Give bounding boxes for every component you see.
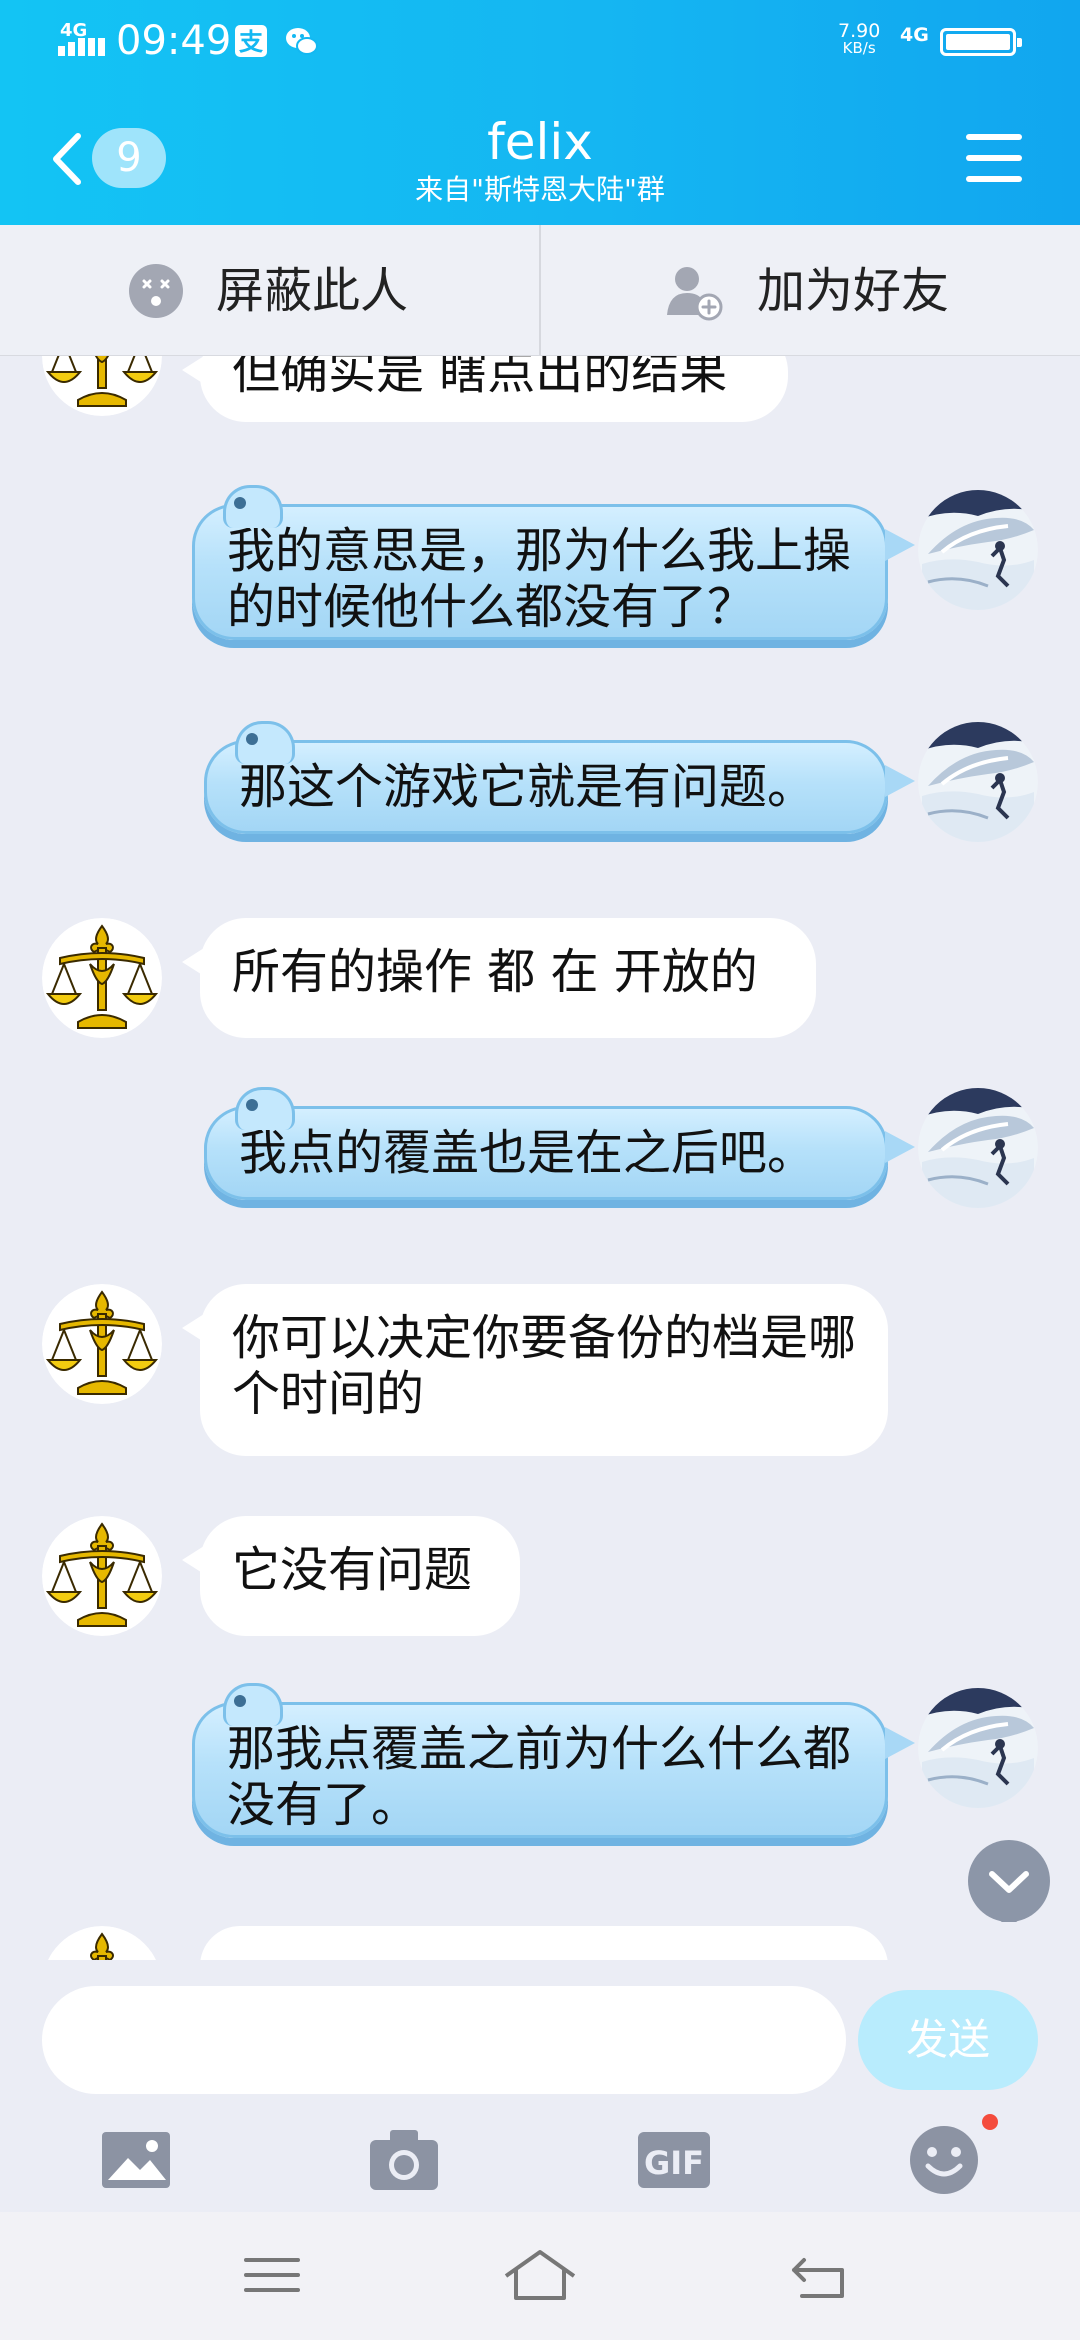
my-avatar[interactable] (918, 1088, 1038, 1208)
bubble-tail (885, 1131, 915, 1163)
my-message-bubble[interactable]: 我点的覆盖也是在之后吧。 (204, 1087, 915, 1200)
block-face-icon (129, 264, 183, 318)
battery-icon (940, 28, 1022, 56)
message-bubble[interactable]: 你可以决定你要备份的档是哪个时间的 (182, 1284, 888, 1456)
alipay-icon: 支 (235, 25, 267, 57)
bubble-tail (885, 529, 915, 561)
notification-dot (982, 2114, 998, 2130)
block-user-label: 屏蔽此人 (216, 263, 409, 319)
message-text: 我的意思是，那为什么我上操的时候他什么都没有了？ (227, 523, 852, 635)
bubble-tail (885, 765, 915, 797)
sender-avatar[interactable] (42, 918, 162, 1038)
mobile-data-label: 4G (900, 24, 929, 46)
sender-avatar[interactable] (42, 1516, 162, 1636)
my-message-bubble[interactable]: 我的意思是，那为什么我上操的时候他什么都没有了？ (192, 485, 915, 640)
wechat-icon (286, 28, 318, 55)
bubble-decoration (223, 1683, 283, 1726)
add-friend-label: 加为好友 (757, 263, 950, 319)
speed-unit: KB/s (842, 39, 876, 57)
message-bubble[interactable]: 但确实是 瞎点出的结果 (182, 356, 788, 422)
message-item: 它没有问题 (0, 1516, 1080, 1646)
message-bubble[interactable]: 它没有问题 (182, 1516, 520, 1636)
message-item: 那我点覆盖之前为什么什么都没有了。 (0, 1683, 1080, 1862)
message-item: 但确实是 瞎点出的结果 (0, 356, 1080, 436)
bubble-decoration (223, 485, 283, 528)
message-item: 所有的操作 都 在 开放的 (0, 918, 1080, 1048)
bubble-decoration (235, 1087, 295, 1130)
send-button[interactable]: 发送 (858, 1990, 1038, 2090)
message-item: 你可以决定你要备份的档是哪个时间的 (0, 1284, 1080, 1464)
my-avatar[interactable] (918, 1688, 1038, 1808)
home-nav-icon[interactable] (500, 2240, 580, 2310)
chevron-down-icon (989, 1871, 1029, 1930)
message-item: 我的意思是，那为什么我上操的时候他什么都没有了？ (0, 485, 1080, 644)
my-message-bubble[interactable]: 那这个游戏它就是有问题。 (204, 721, 915, 834)
message-item: 我点的覆盖也是在之后吧。 (0, 1087, 1080, 1222)
status-bar: 4G 09:49 支 7.90 KB/s 4G (0, 0, 1080, 90)
message-item: 那这个游戏它就是有问题。 (0, 721, 1080, 856)
camera-icon[interactable] (364, 2120, 444, 2200)
message-text: 那这个游戏它就是有问题。 (239, 759, 816, 815)
sender-avatar[interactable] (42, 1926, 162, 1960)
menu-nav-icon[interactable] (232, 2240, 312, 2310)
sender-avatar[interactable] (42, 1284, 162, 1404)
menu-button[interactable] (966, 134, 1022, 182)
bubble-tail (885, 1727, 915, 1759)
system-nav-bar (0, 2212, 1080, 2340)
add-friend-icon (667, 267, 723, 321)
my-avatar[interactable] (918, 490, 1038, 610)
chat-title: felix (487, 113, 593, 171)
scroll-to-bottom-button[interactable] (968, 1840, 1050, 1930)
message-bubble[interactable]: 所有的操作 都 在 开放的 (182, 918, 816, 1038)
message-text: 那我点覆盖之前为什么什么都没有了。 (227, 1721, 852, 1833)
chat-subtitle: 来自"斯特恩大陆"群 (415, 173, 665, 206)
gif-icon[interactable]: GIF (634, 2120, 714, 2200)
status-time: 09:49 (116, 18, 232, 64)
block-user-button[interactable]: 屏蔽此人 (0, 225, 539, 355)
chat-header: 4G 09:49 支 7.90 KB/s 4G 9 felix 来自"斯特恩大陆… (0, 0, 1080, 225)
image-icon[interactable] (96, 2120, 176, 2200)
network-speed: 7.90 KB/s (838, 22, 880, 56)
sender-avatar[interactable] (42, 356, 162, 416)
message-bubble-partial[interactable] (200, 1926, 888, 1960)
bubble-decoration (235, 721, 295, 764)
back-nav-icon[interactable] (782, 2240, 862, 2310)
message-input[interactable] (42, 1986, 846, 2094)
input-bar: 发送 GIF (0, 1960, 1080, 2210)
message-list[interactable]: 但确实是 瞎点出的结果 我的意思是，那为什么我上操的时候他什么都没有了？ 那这个… (0, 356, 1080, 1960)
gif-label: GIF (644, 2144, 704, 2182)
my-message-bubble[interactable]: 那我点覆盖之前为什么什么都没有了。 (192, 1683, 915, 1838)
add-friend-button[interactable]: 加为好友 (541, 225, 1080, 355)
message-text: 我点的覆盖也是在之后吧。 (239, 1125, 816, 1181)
svg-text:支: 支 (239, 28, 264, 56)
action-bar: 屏蔽此人 加为好友 (0, 225, 1080, 356)
emoji-icon[interactable] (904, 2120, 984, 2200)
message-item-partial (0, 1926, 1080, 1960)
my-avatar[interactable] (918, 722, 1038, 842)
